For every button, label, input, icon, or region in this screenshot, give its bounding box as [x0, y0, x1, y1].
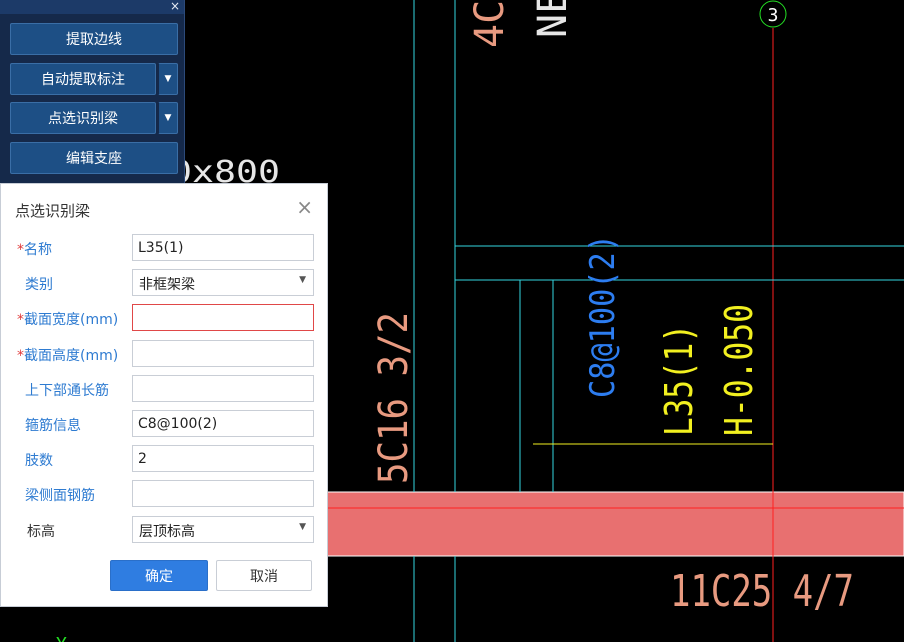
- tool-panel-close-icon[interactable]: ×: [170, 0, 180, 14]
- edit-supports-button[interactable]: 编辑支座: [10, 142, 178, 174]
- continuous-rebar-label: 上下部通长筋: [25, 383, 109, 399]
- auto-extract-labels-button[interactable]: 自动提取标注: [10, 63, 156, 95]
- pick-identify-beam-label: 点选识别梁: [48, 111, 118, 127]
- form-row-legs: 肢数: [1, 445, 329, 473]
- legs-label: 肢数: [25, 453, 53, 469]
- section-height-input[interactable]: [132, 340, 314, 367]
- cad-text-stirrup[interactable]: C8@100(2): [583, 234, 623, 398]
- name-input[interactable]: [132, 234, 314, 261]
- name-label: *名称: [17, 239, 52, 259]
- cancel-button[interactable]: 取消: [216, 560, 312, 591]
- tool-panel: × 提取边线 自动提取标注 ▼ 点选识别梁 ▼ 编辑支座: [0, 0, 185, 184]
- auto-extract-labels-dropdown[interactable]: ▼: [158, 63, 178, 95]
- tool-panel-titlebar[interactable]: ×: [0, 0, 184, 14]
- continuous-rebar-input[interactable]: [132, 375, 314, 402]
- chevron-down-icon: ▼: [299, 275, 306, 285]
- legs-input[interactable]: [132, 445, 314, 472]
- cancel-button-label: 取消: [250, 568, 278, 585]
- form-row-stirrup: 箍筋信息: [1, 410, 329, 438]
- identify-beam-dialog: 点选识别梁 × *名称 类别 非框架梁 ▼ *截面宽度(mm) *截面高度(mm…: [0, 183, 328, 607]
- section-height-label-text: 截面高度(mm): [24, 348, 119, 364]
- dialog-title: 点选识别梁: [15, 202, 91, 220]
- cad-text-beam-elevation[interactable]: H-0.050: [717, 304, 761, 436]
- extract-edges-label: 提取边线: [66, 32, 122, 48]
- form-row-name: *名称: [1, 234, 329, 262]
- cad-text-top-1[interactable]: 4C: [467, 0, 513, 48]
- pick-identify-beam-dropdown[interactable]: ▼: [158, 102, 178, 134]
- edit-supports-label: 编辑支座: [66, 151, 122, 167]
- name-label-text: 名称: [24, 242, 52, 258]
- form-row-section-height: *截面高度(mm): [1, 340, 329, 368]
- required-mark: *: [17, 312, 24, 328]
- elevation-select[interactable]: 层顶标高 ▼: [132, 516, 314, 543]
- form-row-side-rebar: 梁侧面钢筋: [1, 480, 329, 508]
- side-rebar-input[interactable]: [132, 480, 314, 507]
- chevron-down-icon: ▼: [164, 74, 172, 84]
- side-rebar-label: 梁侧面钢筋: [25, 488, 95, 504]
- dialog-close-icon[interactable]: ×: [296, 196, 313, 218]
- form-row-section-width: *截面宽度(mm): [1, 304, 329, 332]
- section-width-input[interactable]: [132, 304, 314, 331]
- chevron-down-icon: ▼: [164, 113, 172, 123]
- axis-number-label: 3: [768, 5, 779, 26]
- elevation-select-value: 层顶标高: [139, 524, 195, 540]
- stirrup-label: 箍筋信息: [25, 418, 81, 434]
- cad-text-beam-name[interactable]: L35(1): [657, 324, 701, 436]
- form-row-elevation: 标高 层顶标高 ▼: [1, 516, 329, 544]
- form-row-continuous-rebar: 上下部通长筋: [1, 375, 329, 403]
- cad-text-rebar-bottom[interactable]: 11C25 4/7: [670, 566, 854, 617]
- chevron-down-icon: ▼: [299, 522, 306, 532]
- form-row-category: 类别 非框架梁 ▼: [1, 269, 329, 297]
- category-select-value: 非框架梁: [139, 277, 195, 293]
- cad-text-top-2[interactable]: NE: [530, 0, 576, 38]
- required-mark: *: [17, 242, 24, 258]
- section-width-label: *截面宽度(mm): [17, 309, 118, 329]
- elevation-label: 标高: [27, 524, 55, 540]
- extract-edges-button[interactable]: 提取边线: [10, 23, 178, 55]
- category-select[interactable]: 非框架梁 ▼: [132, 269, 314, 296]
- section-height-label: *截面高度(mm): [17, 345, 118, 365]
- auto-extract-labels-label: 自动提取标注: [41, 72, 125, 88]
- cad-text-bottom-partial: Y: [56, 634, 67, 642]
- pick-identify-beam-button[interactable]: 点选识别梁: [10, 102, 156, 134]
- stirrup-input[interactable]: [132, 410, 314, 437]
- cad-text-rebar-left[interactable]: 5C16 3/2: [371, 312, 417, 484]
- category-label: 类别: [25, 277, 53, 293]
- section-width-label-text: 截面宽度(mm): [24, 312, 119, 328]
- ok-button-label: 确定: [145, 568, 173, 585]
- ok-button[interactable]: 确定: [110, 560, 208, 591]
- required-mark: *: [17, 348, 24, 364]
